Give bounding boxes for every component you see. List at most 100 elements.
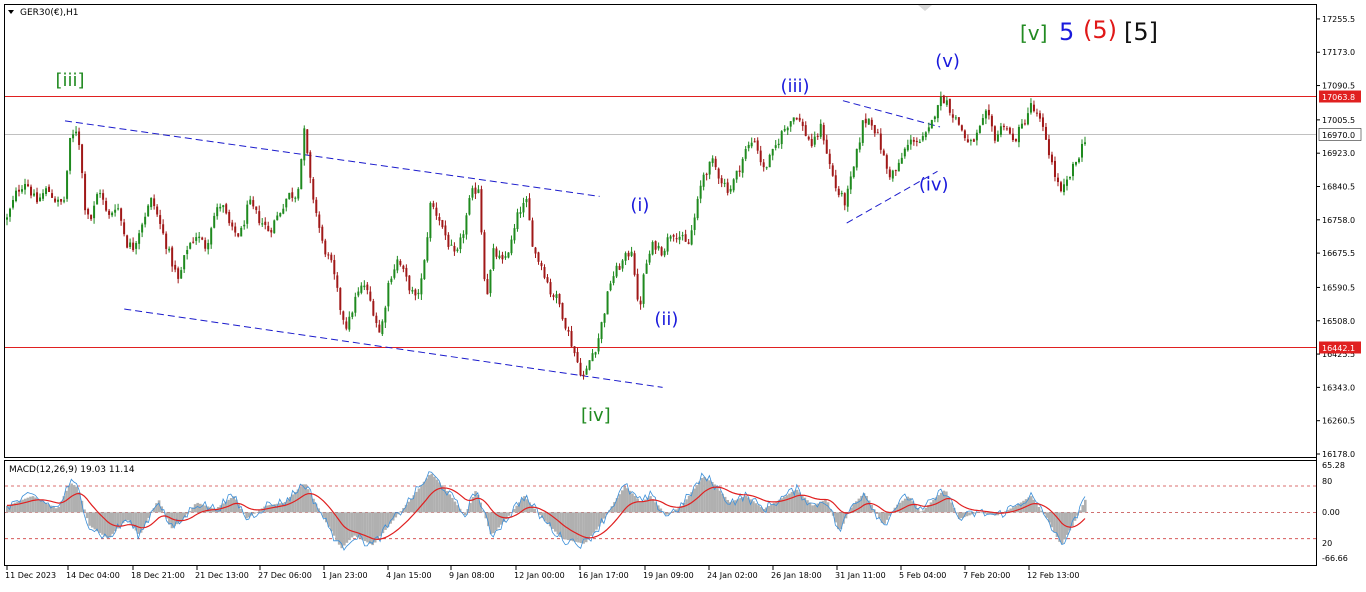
candle-body — [270, 230, 272, 232]
candle-body — [925, 132, 927, 137]
candle — [303, 125, 305, 165]
candle-body — [958, 117, 960, 125]
candle-body — [601, 322, 603, 339]
candle-body — [423, 260, 425, 279]
macd-histogram-bar — [410, 499, 413, 513]
macd-histogram-bar — [593, 512, 596, 532]
macd-histogram-bar — [96, 512, 99, 531]
macd-histogram-bar — [376, 512, 379, 539]
price-axis: 17255.517173.017090.517005.516923.016840… — [1316, 15, 1355, 459]
candle — [562, 303, 564, 321]
candle-body — [742, 159, 744, 173]
candle — [958, 117, 960, 126]
candle-body — [174, 265, 176, 270]
macd-histogram-bar — [796, 490, 799, 512]
candle-body — [985, 111, 987, 119]
candle-body — [1024, 123, 1026, 124]
candle-body — [465, 215, 467, 234]
price-tick-label: 17173.0 — [1322, 48, 1355, 57]
macd-histogram-bar — [924, 508, 927, 513]
candle-body — [21, 189, 23, 192]
candle — [381, 319, 383, 336]
candle-body — [1030, 103, 1032, 112]
candle — [225, 203, 227, 215]
macd-histogram-bar — [52, 507, 55, 512]
macd-histogram-bar — [1038, 507, 1041, 512]
candle-body — [682, 235, 684, 236]
candle-body — [667, 237, 669, 251]
candle-body — [210, 228, 212, 244]
candle — [868, 118, 870, 125]
candle-body — [991, 116, 993, 126]
candle-body — [664, 251, 666, 256]
candle-body — [901, 158, 903, 164]
macd-histogram-bar — [119, 512, 122, 525]
candle-body — [111, 213, 113, 216]
candle-body — [351, 313, 353, 317]
candle-body — [189, 243, 191, 249]
candle-body — [1039, 113, 1041, 118]
candle-body — [889, 169, 891, 177]
candle-body — [832, 165, 834, 175]
macd-histogram-bar — [1017, 504, 1020, 512]
candle-body — [420, 278, 422, 294]
wave-label-bracket-5: [5] — [1124, 18, 1158, 46]
candle-body — [1006, 128, 1008, 129]
candle-body — [48, 187, 50, 192]
candle-body — [324, 241, 326, 255]
macd-histogram-bar — [1061, 512, 1064, 544]
candle-body — [880, 134, 882, 150]
macd-tick-label: -66.66 — [1322, 554, 1348, 563]
candle-body — [775, 145, 777, 148]
candle-body — [165, 234, 167, 249]
candle-body — [252, 200, 254, 206]
time-tick-label: 4 Jan 15:00 — [386, 571, 432, 580]
candle-body — [976, 133, 978, 141]
candle-body — [712, 158, 714, 163]
candle-body — [468, 198, 470, 215]
candle-body — [33, 194, 35, 196]
macd-histogram-bar — [454, 502, 457, 513]
candle-body — [147, 206, 149, 217]
wave-annotation: [iii] — [56, 70, 85, 91]
macd-histogram-bar — [706, 479, 709, 513]
candle-body — [1009, 128, 1011, 134]
wave-annotation: (iii) — [780, 76, 809, 97]
candle-body — [471, 188, 473, 197]
macd-histogram-bar — [384, 512, 387, 530]
candle-body — [105, 201, 107, 211]
candle-body — [249, 200, 251, 205]
candle-body — [841, 193, 843, 194]
macd-histogram-bar — [1033, 500, 1036, 513]
candle-body — [946, 100, 948, 105]
macd-histogram-bar — [732, 501, 735, 512]
macd-histogram-bar — [39, 500, 42, 512]
time-axis: 11 Dec 202314 Dec 04:0018 Dec 21:0021 De… — [5, 566, 1079, 580]
candle-body — [754, 141, 756, 142]
candle-body — [534, 248, 536, 254]
macd-histogram-bar — [348, 512, 351, 540]
candle-body — [375, 316, 377, 323]
candle-body — [814, 137, 816, 145]
macd-histogram-bar — [91, 512, 94, 527]
candle-body — [108, 211, 110, 215]
time-tick-label: 1 Jan 23:00 — [322, 571, 368, 580]
candle-body — [673, 235, 675, 237]
candle — [147, 204, 149, 217]
chart-canvas[interactable]: GER30(€),H1 [v] 5 (5) [5] [iii][iv](i)(i… — [0, 0, 1366, 588]
time-tick-label: 11 Dec 2023 — [5, 571, 56, 580]
candle — [643, 273, 645, 307]
macd-histogram-bar — [557, 512, 560, 534]
macd-histogram-bar — [104, 512, 107, 536]
candle-body — [216, 207, 218, 216]
candle-body — [697, 199, 699, 218]
candle-body — [709, 162, 711, 175]
candle-body — [39, 197, 41, 201]
macd-histogram-bar — [27, 498, 30, 513]
macd-histogram-bar — [93, 512, 96, 529]
candle-body — [444, 225, 446, 235]
candle-body — [240, 228, 242, 237]
candle-body — [456, 250, 458, 251]
candle-body — [643, 275, 645, 304]
macd-histogram-bar — [770, 504, 773, 512]
